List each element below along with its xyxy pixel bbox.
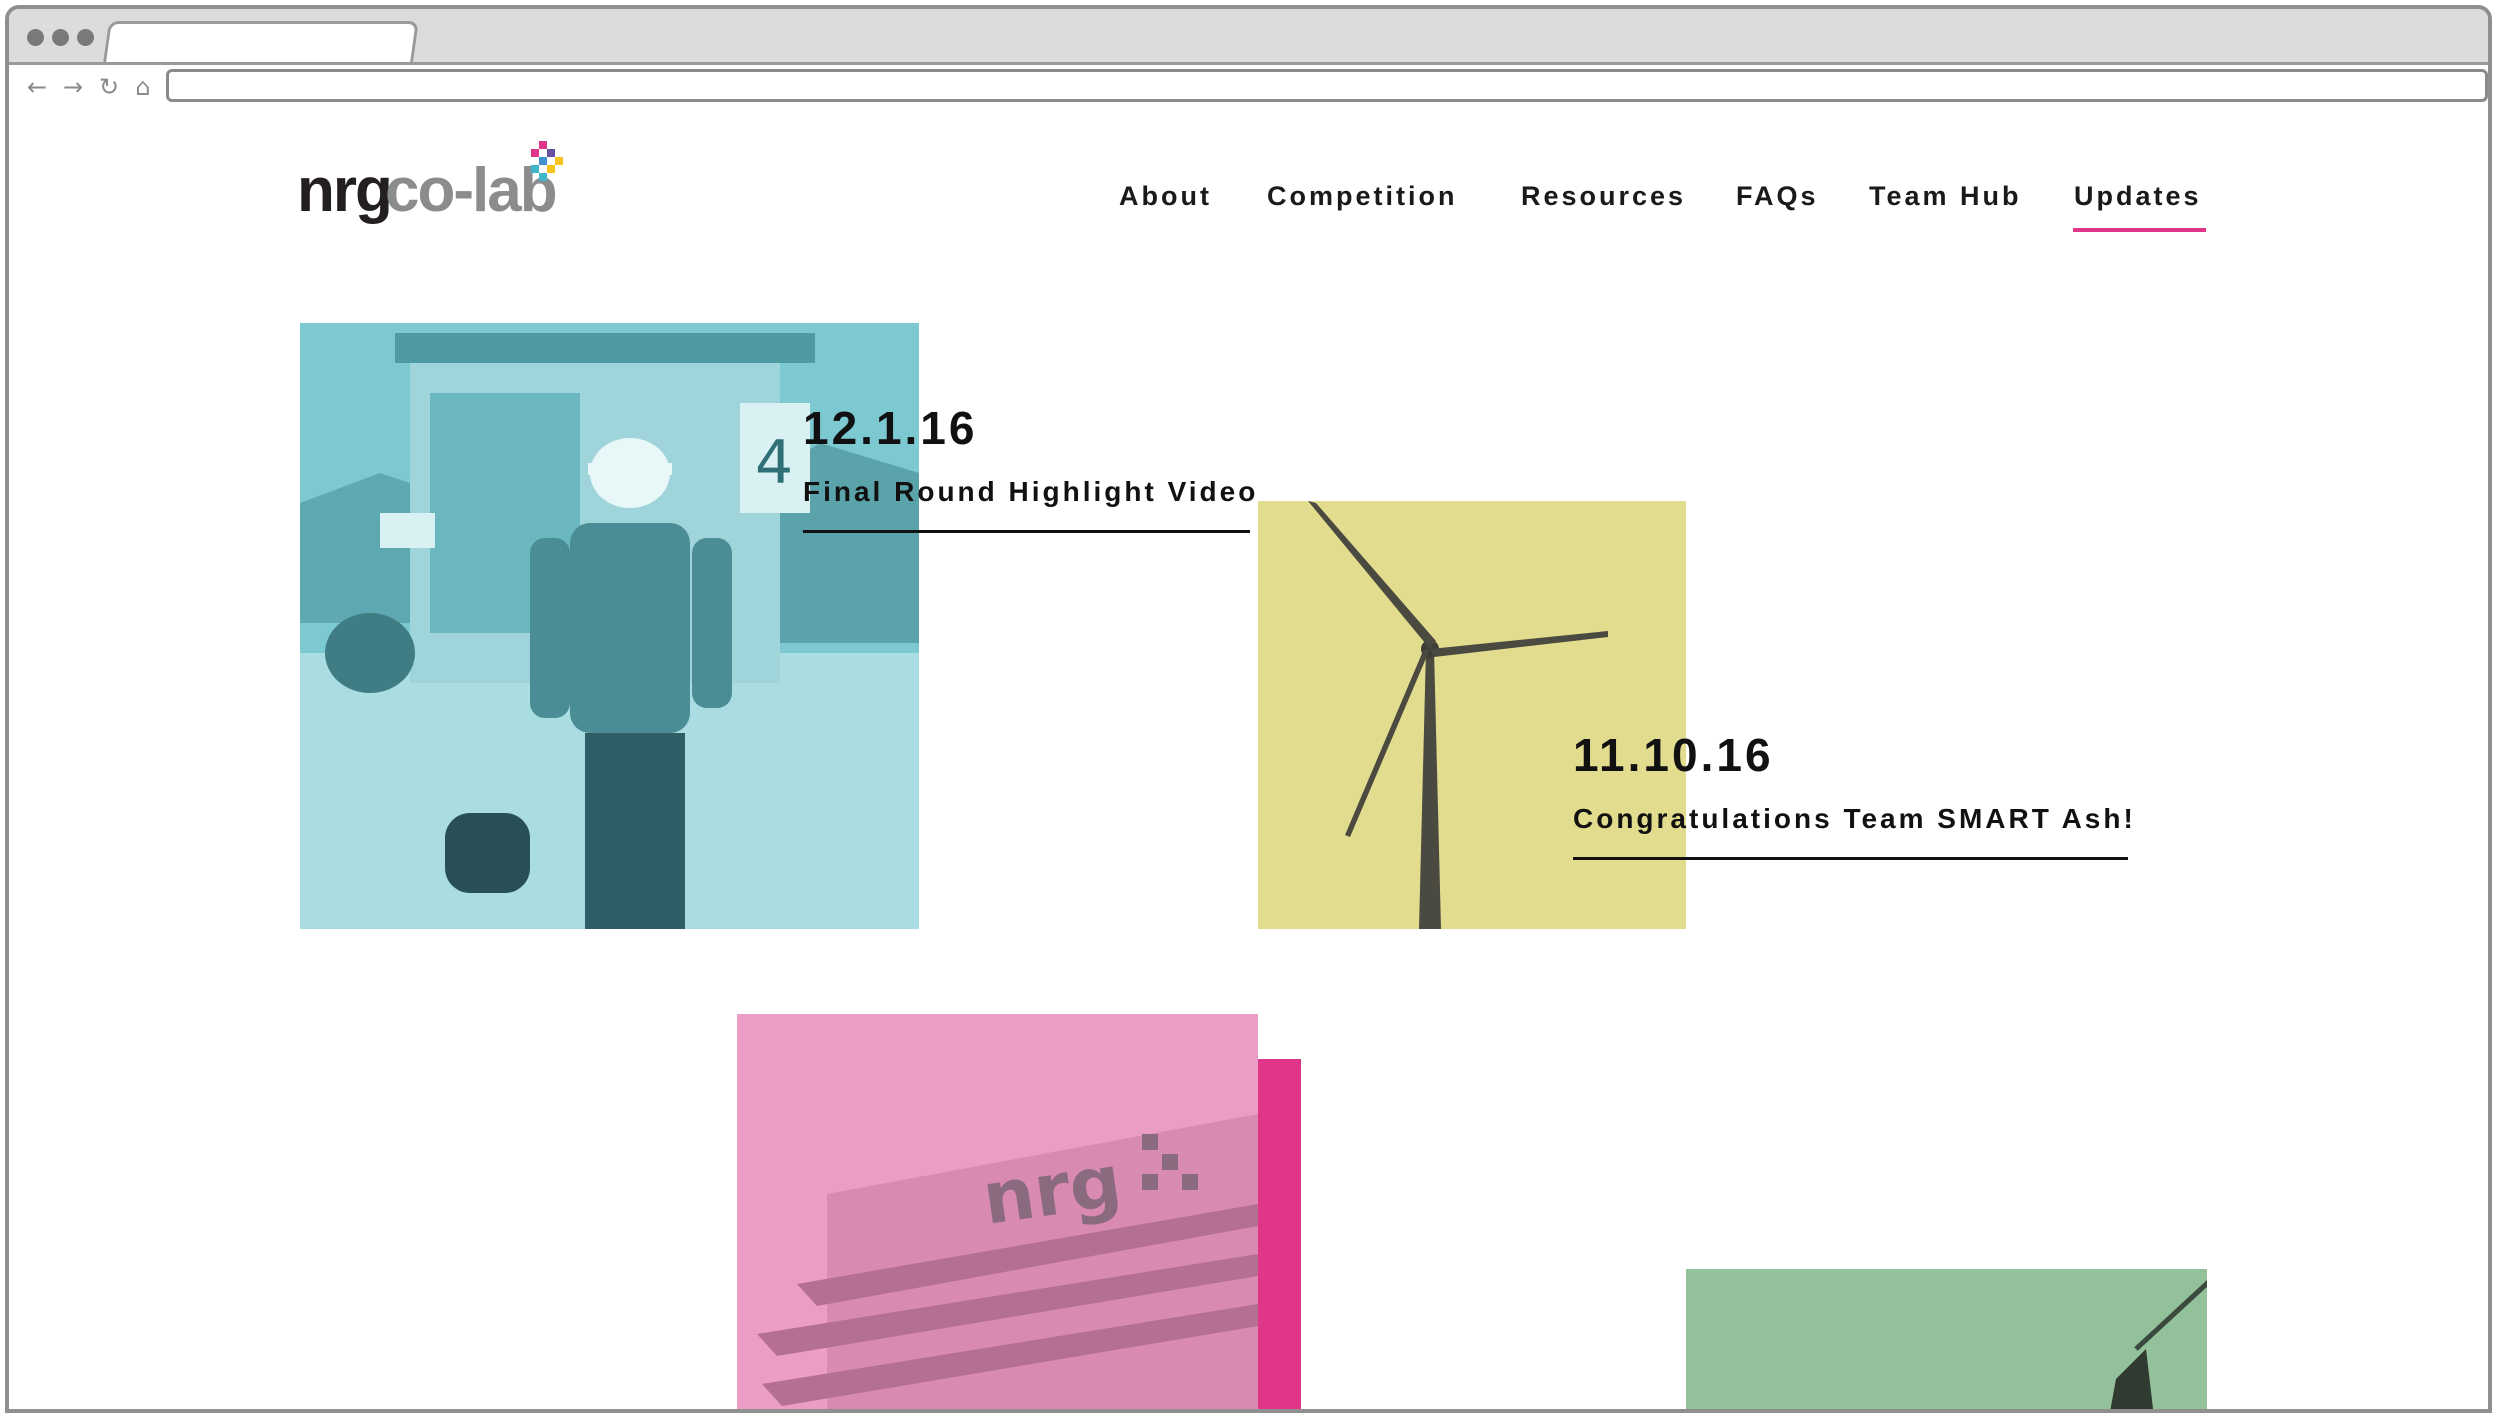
pink-accent-bar [1258,1059,1301,1409]
post-title-underline [803,530,1250,533]
nav-competition[interactable]: Competition [1267,181,1457,212]
nav-updates[interactable]: Updates [2074,181,2202,212]
nav-team-hub[interactable]: Team Hub [1869,181,2022,212]
logo-plus-mark-icon [527,141,567,181]
arrow-right-icon[interactable]: → [59,73,87,101]
browser-window: ← → ↻ ⌂ nrg co-lab About Competition Res… [5,5,2492,1413]
home-icon[interactable]: ⌂ [129,73,157,101]
post-image-flag[interactable] [1686,1269,2207,1409]
post-image-wind-turbine[interactable] [1258,501,1686,929]
flag-illustration [1686,1269,2207,1409]
nav-resources[interactable]: Resources [1521,181,1686,212]
window-minimize-dot[interactable] [52,29,69,46]
browser-toolbar: ← → ↻ ⌂ [9,62,2488,114]
page-viewport: nrg co-lab About Competition Resources F… [9,111,2488,1409]
post-title-underline [1573,857,2128,860]
arrow-left-icon[interactable]: ← [23,73,51,101]
browser-tab[interactable] [103,21,419,62]
browser-tab-bar [9,9,2488,62]
site-logo[interactable]: nrg co-lab [297,141,587,225]
svg-text:4: 4 [755,428,793,498]
post-date: 11.10.16 [1573,729,1774,781]
wind-turbine-illustration [1258,501,1686,929]
nav-about[interactable]: About [1119,181,1212,212]
post-date: 12.1.16 [803,402,978,454]
reload-icon[interactable]: ↻ [95,73,123,101]
window-close-dot[interactable] [27,29,44,46]
post-image-nrg-building[interactable]: nrg [737,1014,1258,1409]
post-title-link[interactable]: Congratulations Team SMART Ash! [1573,803,2136,835]
nav-active-indicator [2073,228,2206,232]
address-bar[interactable] [166,69,2488,102]
building-illustration: nrg [737,1014,1258,1409]
logo-text-nrg: nrg [297,156,393,225]
post-title-link[interactable]: Final Round Highlight Video [803,476,1258,508]
window-maximize-dot[interactable] [77,29,94,46]
nav-faqs[interactable]: FAQs [1736,181,1819,212]
